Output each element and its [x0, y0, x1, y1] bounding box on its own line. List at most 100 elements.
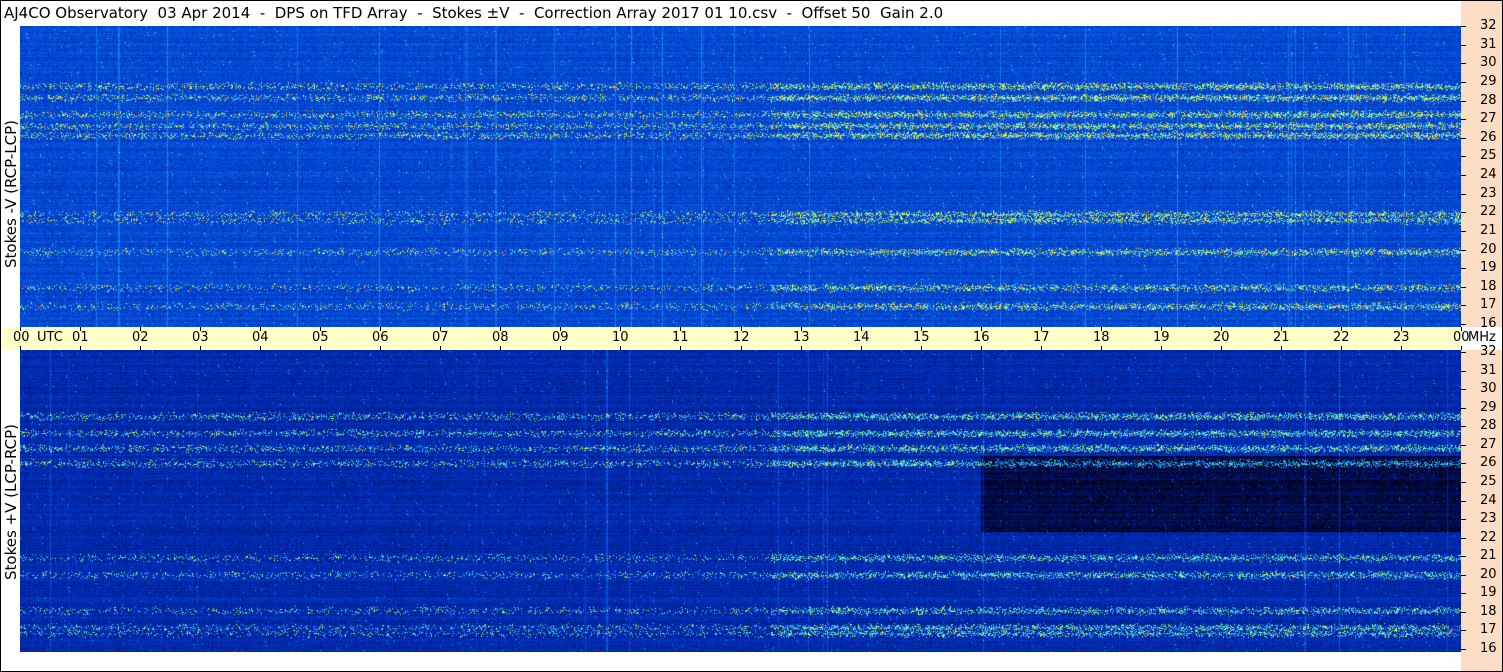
frequency-tick-mark: [1461, 612, 1466, 613]
time-tick-mark: [320, 346, 321, 350]
frequency-tick-label: 16: [1480, 641, 1497, 656]
frequency-tick-label: 22: [1480, 530, 1497, 545]
time-tick-label: 09: [552, 330, 569, 345]
time-tick-label: 03: [192, 330, 209, 345]
frequency-tick-mark: [1461, 630, 1466, 631]
frequency-tick-label: 16: [1480, 316, 1497, 331]
frequency-tick-label: 26: [1480, 455, 1497, 470]
frequency-tick-mark: [1461, 352, 1466, 353]
frequency-tick-mark: [1461, 324, 1466, 325]
frequency-tick-label: 17: [1480, 297, 1497, 312]
time-tick-label: 23: [1393, 330, 1410, 345]
frequency-tick-label: 31: [1480, 363, 1497, 378]
time-tick-mark: [80, 346, 81, 350]
frequency-tick-mark: [1461, 156, 1466, 157]
frequency-tick-label: 30: [1480, 55, 1497, 70]
frequency-tick-mark: [1461, 82, 1466, 83]
frequency-tick-mark: [1461, 101, 1466, 102]
time-tick-mark: [1221, 346, 1222, 350]
frequency-tick-mark: [1461, 305, 1466, 306]
frequency-tick-mark: [1461, 138, 1466, 139]
time-tick-mark: [741, 346, 742, 350]
time-tick-label: 20: [1213, 330, 1230, 345]
time-tick-label: 22: [1333, 330, 1350, 345]
time-tick-mark: [1101, 346, 1102, 350]
frequency-tick-mark: [1461, 575, 1466, 576]
time-tick-label: 04: [252, 330, 269, 345]
time-tick-mark: [1041, 346, 1042, 350]
time-tick-label: 02: [132, 330, 149, 345]
time-tick-label: 19: [1153, 330, 1170, 345]
top-panel-ylabel: Stokes -V (RCP-LCP): [2, 120, 20, 268]
frequency-tick-label: 27: [1480, 111, 1497, 126]
frequency-tick-label: 19: [1480, 585, 1497, 600]
top-spectrogram: [20, 26, 1461, 327]
bottom-spectrogram-canvas: [20, 350, 1461, 652]
time-tick-mark: [1161, 346, 1162, 350]
bottom-spectrogram: [20, 350, 1461, 652]
time-tick-mark: [680, 346, 681, 350]
bottom-frequency-axis: 16 17 18 19 20 21 22 23 24 25 26 27 28 29 30 31 32: [1461, 345, 1503, 672]
frequency-tick-label: 25: [1480, 474, 1497, 489]
time-tick-label: 16: [973, 330, 990, 345]
top-spectrogram-canvas: [20, 26, 1461, 327]
frequency-tick-label: 25: [1480, 148, 1497, 163]
frequency-tick-mark: [1461, 593, 1466, 594]
time-tick-label: 01: [72, 330, 89, 345]
frequency-tick-mark: [1461, 231, 1466, 232]
frequency-tick-mark: [1461, 175, 1466, 176]
time-tick-mark: [560, 346, 561, 350]
frequency-tick-label: 24: [1480, 493, 1497, 508]
time-tick-mark: [981, 346, 982, 350]
time-tick-mark: [1401, 346, 1402, 350]
frequency-tick-label: 23: [1480, 511, 1497, 526]
bottom-panel-ylabel: Stokes +V (LCP-RCP): [2, 424, 20, 580]
time-tick-mark: [140, 346, 141, 350]
frequency-tick-mark: [1461, 371, 1466, 372]
frequency-tick-label: 23: [1480, 186, 1497, 201]
frequency-tick-label: 24: [1480, 167, 1497, 182]
frequency-tick-mark: [1461, 426, 1466, 427]
frequency-tick-label: 20: [1480, 567, 1497, 582]
frequency-tick-mark: [1461, 250, 1466, 251]
time-tick-mark: [440, 346, 441, 350]
time-tick-mark: [1341, 346, 1342, 350]
time-tick-label: 11: [672, 330, 689, 345]
frequency-tick-label: 18: [1480, 604, 1497, 619]
time-tick-label: 10: [612, 330, 629, 345]
time-tick-mark: [500, 346, 501, 350]
frequency-tick-label: 22: [1480, 204, 1497, 219]
time-unit-label: UTC: [37, 330, 63, 345]
frequency-tick-mark: [1461, 119, 1466, 120]
frequency-tick-mark: [1461, 538, 1466, 539]
time-tick-label: 12: [733, 330, 750, 345]
frequency-tick-mark: [1461, 445, 1466, 446]
time-tick-mark: [801, 346, 802, 350]
frequency-tick-mark: [1461, 287, 1466, 288]
time-tick-label: 06: [372, 330, 389, 345]
frequency-tick-mark: [1461, 194, 1466, 195]
frequency-tick-label: 19: [1480, 260, 1497, 275]
frequency-tick-label: 32: [1480, 18, 1497, 33]
frequency-tick-label: 27: [1480, 437, 1497, 452]
time-tick-label: 18: [1093, 330, 1110, 345]
frequency-tick-mark: [1461, 389, 1466, 390]
time-tick-mark: [861, 346, 862, 350]
frequency-tick-mark: [1461, 268, 1466, 269]
frequency-tick-mark: [1461, 45, 1466, 46]
time-tick-label: 00: [13, 330, 30, 345]
time-tick-mark: [620, 346, 621, 350]
time-tick-label: 08: [492, 330, 509, 345]
time-axis: 00 01 02 03 04 05 06 07 08 09 10 11 12 13 14 15 16 17 18 19…: [0, 327, 1496, 350]
time-tick-label: 13: [793, 330, 810, 345]
frequency-tick-label: 29: [1480, 74, 1497, 89]
frequency-tick-mark: [1461, 408, 1466, 409]
time-tick-mark: [260, 346, 261, 350]
frequency-tick-mark: [1461, 556, 1466, 557]
frequency-tick-mark: [1461, 212, 1466, 213]
frequency-tick-label: 20: [1480, 242, 1497, 257]
frequency-tick-label: 32: [1480, 344, 1497, 359]
frequency-tick-label: 30: [1480, 381, 1497, 396]
frequency-tick-label: 26: [1480, 130, 1497, 145]
time-tick-label: 17: [1033, 330, 1050, 345]
